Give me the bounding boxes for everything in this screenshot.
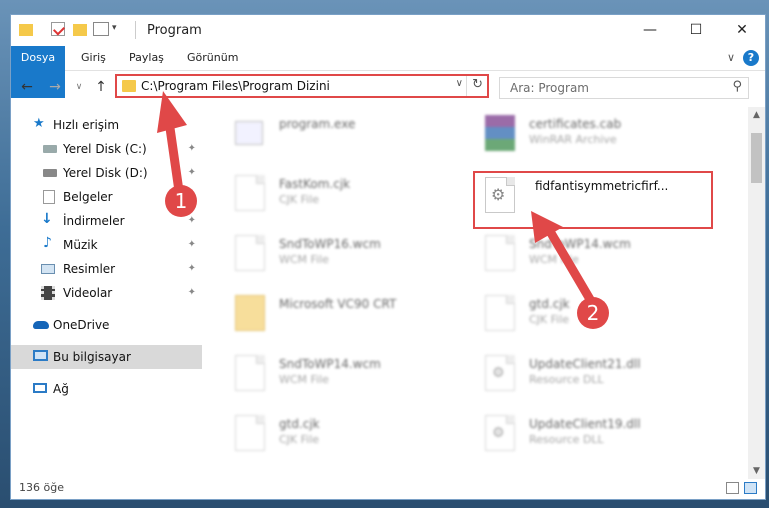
callout-2: 2 <box>577 297 609 329</box>
callout-1: 1 <box>165 185 197 217</box>
explorer-window: ▾ Program — ☐ ✕ Dosya Giriş Paylaş Görün… <box>10 14 766 500</box>
arrow-annotation-1 <box>157 91 596 306</box>
